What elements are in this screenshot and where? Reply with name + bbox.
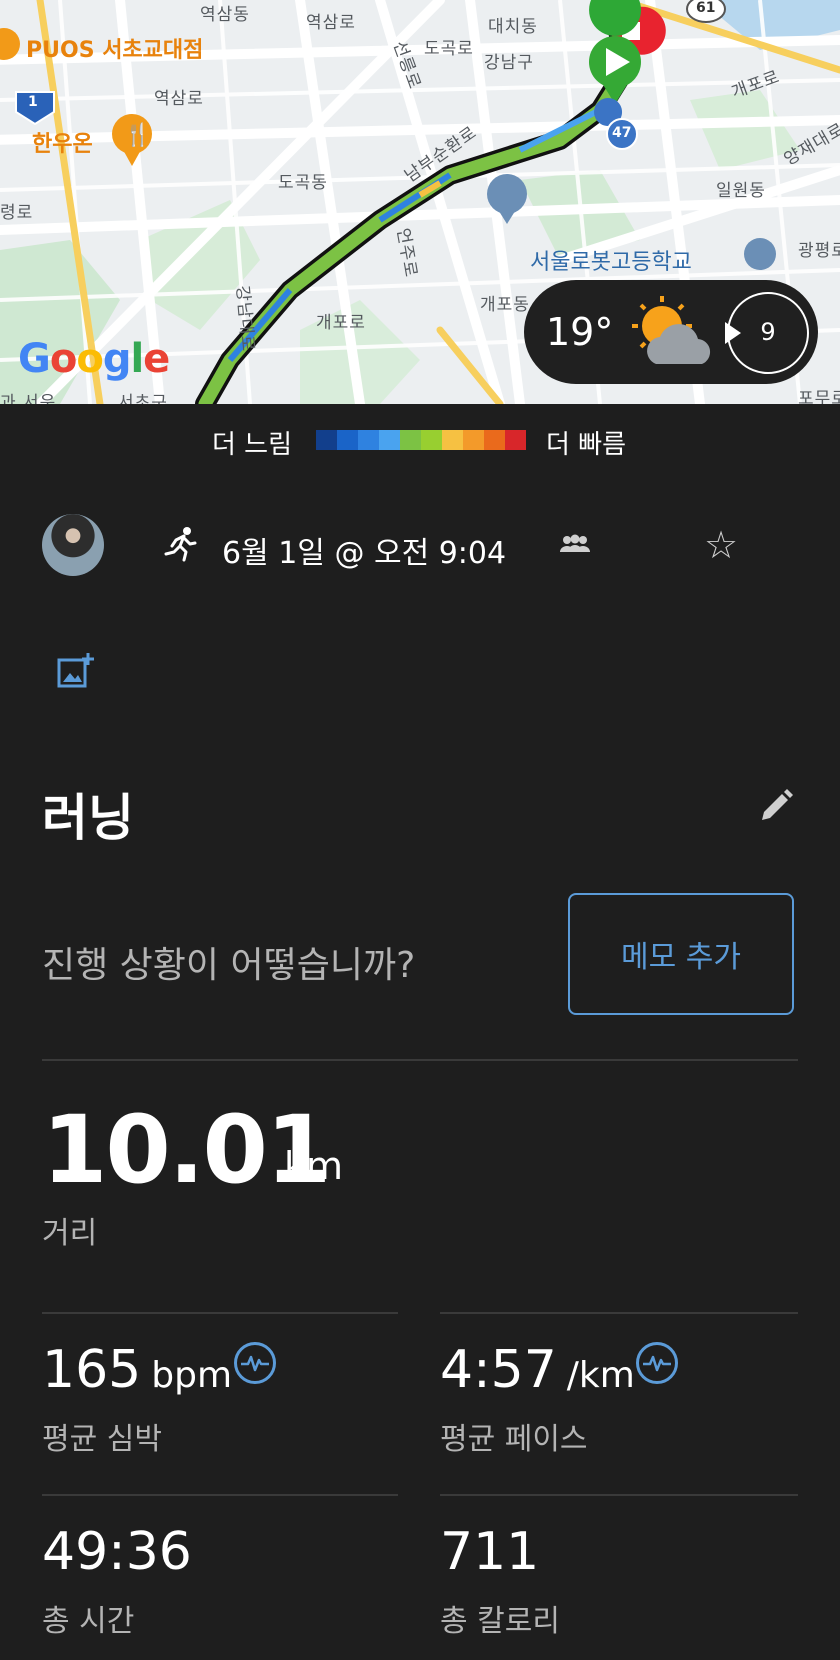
map-label: 일원동	[716, 181, 766, 201]
legend-swatch	[358, 430, 379, 450]
legend-swatch	[484, 430, 505, 450]
map-poi-puos[interactable]: PUOS 서초교대점	[26, 32, 203, 64]
distance-unit: km	[284, 1144, 344, 1188]
avg-heart-rate-label: 평균 심박	[42, 1422, 162, 1457]
avg-pace-unit: /km	[566, 1355, 635, 1396]
map-label: 대치동	[488, 17, 538, 37]
activity-date: 6월 1일 @ 오전 9:04	[222, 536, 507, 571]
weather-widget: 19° 9	[524, 280, 818, 384]
wind-indicator: 9	[725, 292, 809, 374]
legend-swatch	[505, 430, 526, 450]
favorite-star-icon[interactable]: ☆	[704, 526, 738, 564]
map-label: 포무로	[798, 389, 840, 404]
legend-fast-label: 더 빠름	[546, 430, 627, 460]
pace-legend: 더 느림 더 빠름	[0, 420, 840, 460]
pace-color-bar	[316, 430, 526, 450]
map-poi-school[interactable]: 서울로봇고등학교	[530, 244, 692, 276]
legend-swatch	[421, 430, 442, 450]
activity-title: 러닝	[42, 789, 134, 847]
map-label: 광평로	[798, 241, 840, 261]
edit-pencil-icon[interactable]	[758, 788, 794, 824]
avg-heart-rate: 165 bpm	[42, 1340, 232, 1400]
distance-label: 거리	[42, 1216, 98, 1251]
total-time-label: 총 시간	[42, 1604, 135, 1639]
legend-swatch	[337, 430, 358, 450]
legend-swatch	[400, 430, 421, 450]
legend-swatch	[442, 430, 463, 450]
temperature: 19°	[546, 310, 614, 354]
wind-speed: 9	[760, 318, 776, 346]
divider	[42, 1494, 398, 1496]
avg-heart-rate-value: 165	[42, 1340, 142, 1400]
map-label: 개포로	[316, 313, 366, 333]
legend-swatch	[463, 430, 484, 450]
heart-rate-chart-icon[interactable]	[234, 1342, 276, 1384]
map-label: 개포동	[480, 295, 530, 315]
map-label: 령로	[0, 203, 34, 223]
map-label: 역삼동	[200, 5, 250, 25]
svg-text:🍴: 🍴	[124, 122, 151, 148]
map-label: 역삼로	[154, 89, 204, 109]
total-calories-label: 총 칼로리	[440, 1604, 560, 1639]
route-shield-47: 47	[612, 125, 632, 141]
legend-slow-label: 더 느림	[212, 430, 293, 460]
map-label: 과 서운	[0, 393, 57, 404]
total-calories-value: 711	[440, 1522, 540, 1582]
progress-prompt: 진행 상황이 어떻습니까?	[42, 945, 416, 986]
divider	[440, 1494, 798, 1496]
map-label: 도곡동	[278, 173, 328, 193]
pace-chart-icon[interactable]	[636, 1342, 678, 1384]
map-label: 도곡로	[424, 39, 474, 59]
running-icon	[164, 527, 197, 562]
divider	[440, 1312, 798, 1314]
avatar[interactable]	[42, 514, 104, 576]
avg-pace-label: 평균 페이스	[440, 1422, 588, 1457]
map-label: 서초구	[118, 393, 168, 404]
map-label: 강남구	[484, 53, 534, 73]
avg-heart-rate-unit: bpm	[151, 1355, 233, 1396]
map-label: 역삼로	[306, 13, 356, 33]
partly-sunny-icon	[632, 296, 711, 364]
add-memo-button[interactable]: 메모 추가	[568, 893, 794, 1015]
divider	[42, 1059, 798, 1061]
route-shield-1: 1	[28, 94, 38, 110]
route-map[interactable]: 🍴 역삼동 역삼로 대치동 도곡로 강남구 역삼로 도곡동 남부순환로 선릉로 …	[0, 0, 840, 404]
group-icon[interactable]	[558, 534, 592, 554]
map-poi-hanwoo[interactable]: 한우온	[32, 126, 93, 158]
divider	[42, 1312, 398, 1314]
legend-swatch	[379, 430, 400, 450]
google-logo: Google	[18, 336, 170, 382]
avg-pace-value: 4:57	[440, 1340, 557, 1400]
activity-meta: 6월 1일 @ 오전 9:04 ☆	[0, 514, 840, 578]
route-shield-61: 61	[696, 0, 716, 16]
total-time-value: 49:36	[42, 1522, 192, 1582]
legend-swatch	[316, 430, 337, 450]
add-photo-icon[interactable]	[56, 652, 96, 692]
avg-pace: 4:57/km	[440, 1340, 635, 1400]
